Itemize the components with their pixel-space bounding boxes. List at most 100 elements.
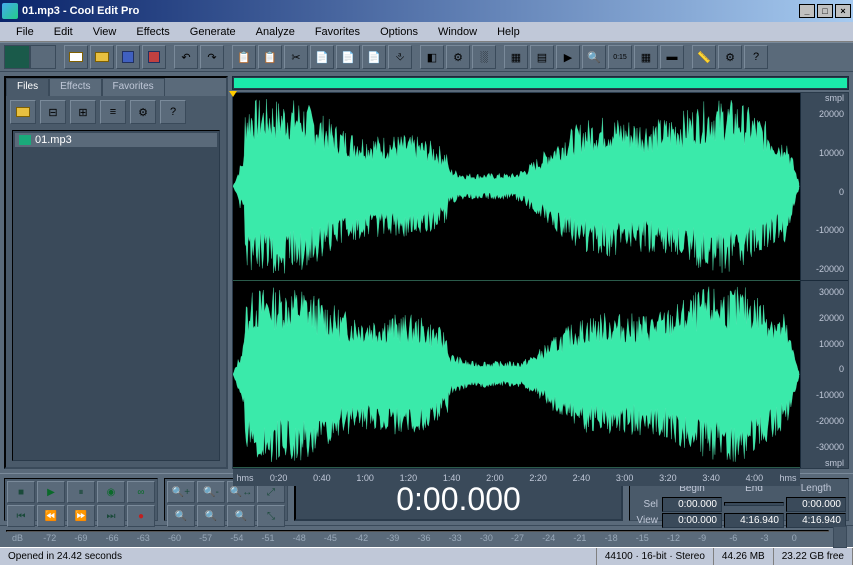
transport-button[interactable]: ▶ — [556, 45, 580, 69]
forward-button[interactable]: ⏩ — [67, 505, 95, 527]
menu-help[interactable]: Help — [487, 24, 530, 40]
file-item[interactable]: 01.mp3 — [15, 133, 217, 147]
zoom-out-button[interactable]: 🔍- — [197, 481, 225, 503]
tab-files[interactable]: Files — [6, 78, 49, 96]
new-file-button[interactable] — [64, 45, 88, 69]
overview-bar[interactable] — [232, 76, 849, 90]
copy-button[interactable]: 📋 — [232, 45, 256, 69]
open-file-button[interactable] — [90, 45, 114, 69]
close-file-icon[interactable]: ⊟ — [40, 100, 66, 124]
undo-button[interactable]: ↶ — [174, 45, 198, 69]
db-tick: dB — [12, 533, 43, 543]
redo-button[interactable]: ↷ — [200, 45, 224, 69]
zoom-vertical-button[interactable]: ⤡ — [257, 505, 285, 527]
cut-button[interactable]: ✂ — [284, 45, 308, 69]
level-meter-row: dB -72 -69 -66 -63 -60 -57 -54 -51 -48 -… — [0, 525, 853, 547]
file-list[interactable]: 01.mp3 — [12, 130, 220, 461]
zoom-in-button[interactable]: 🔍+ — [167, 481, 195, 503]
cue-list-button[interactable]: ▤ — [530, 45, 554, 69]
menu-effects[interactable]: Effects — [126, 24, 179, 40]
view-begin[interactable]: 0:00.000 — [662, 513, 722, 528]
menu-favorites[interactable]: Favorites — [305, 24, 370, 40]
go-start-button[interactable]: ⏮ — [7, 505, 35, 527]
zoom-in-left-button[interactable]: 🔍 — [167, 505, 195, 527]
edit-file-icon[interactable]: ≡ — [100, 100, 126, 124]
toolbar: ↶ ↷ 📋 📋 ✂ 📄 📄 📄 ⎀ ◧ ⚙ ░ ▦ ▤ ▶ 🔍 0:15 ▦ ▬… — [0, 42, 853, 72]
advanced-options-icon[interactable]: ⚙ — [130, 100, 156, 124]
db-tick: 0 — [792, 533, 823, 543]
options-button[interactable]: ⚙ — [718, 45, 742, 69]
db-tick: -72 — [43, 533, 74, 543]
time-unit-left: hms — [233, 473, 257, 483]
zoom-controls-button[interactable]: 🔍 — [582, 45, 606, 69]
zoom-prev-button[interactable]: 🔍 — [227, 505, 255, 527]
amp-tick: -20000 — [801, 416, 848, 426]
organizer-button[interactable]: ▦ — [504, 45, 528, 69]
menu-view[interactable]: View — [83, 24, 127, 40]
db-tick: -21 — [573, 533, 604, 543]
sel-begin[interactable]: 0:00.000 — [662, 497, 722, 512]
waveform-display[interactable]: hms 0:20 0:40 1:00 1:20 1:40 2:00 2:20 2… — [232, 92, 849, 469]
amp-tick: -30000 — [801, 442, 848, 452]
batch-button[interactable] — [142, 45, 166, 69]
close-button[interactable]: × — [835, 4, 851, 18]
db-tick: -30 — [480, 533, 511, 543]
insert-multitrack-icon[interactable]: ⊞ — [70, 100, 96, 124]
sel-view-button[interactable]: ▦ — [634, 45, 658, 69]
help-icon[interactable]: ? — [160, 100, 186, 124]
stop-button[interactable]: ■ — [7, 481, 35, 503]
view-end[interactable]: 4:16.940 — [724, 513, 784, 528]
menu-analyze[interactable]: Analyze — [246, 24, 305, 40]
menu-window[interactable]: Window — [428, 24, 487, 40]
time-unit-right: hms — [776, 473, 800, 483]
copy-new-button[interactable]: 📋 — [258, 45, 282, 69]
time-tick: 2:40 — [560, 473, 603, 483]
settings-button[interactable]: ⚙ — [446, 45, 470, 69]
play-looped-button[interactable]: ◉ — [97, 481, 125, 503]
menu-generate[interactable]: Generate — [180, 24, 246, 40]
level-meters-button[interactable]: ▬ — [660, 45, 684, 69]
help-button[interactable]: ? — [744, 45, 768, 69]
edit-multitrack-toggle[interactable] — [4, 45, 56, 69]
menu-edit[interactable]: Edit — [44, 24, 83, 40]
go-end-button[interactable]: ⏭ — [97, 505, 125, 527]
zoom-in-right-button[interactable]: 🔍 — [197, 505, 225, 527]
meter-scroll-icon[interactable] — [833, 526, 847, 548]
paste-new-button[interactable]: 📄 — [336, 45, 360, 69]
mix-paste-button[interactable]: 📄 — [362, 45, 386, 69]
convert-button[interactable]: ◧ — [420, 45, 444, 69]
time-tick: 2:20 — [517, 473, 560, 483]
amp-tick: 10000 — [801, 148, 848, 158]
time-tick: 1:40 — [430, 473, 473, 483]
paste-button[interactable]: 📄 — [310, 45, 334, 69]
rewind-button[interactable]: ⏪ — [37, 505, 65, 527]
level-meter[interactable] — [6, 530, 829, 532]
menu-options[interactable]: Options — [370, 24, 428, 40]
maximize-button[interactable]: □ — [817, 4, 833, 18]
minimize-button[interactable]: _ — [799, 4, 815, 18]
play-button[interactable]: ▶ — [37, 481, 65, 503]
tab-effects[interactable]: Effects — [49, 78, 101, 96]
pause-button[interactable]: ⏸ — [67, 481, 95, 503]
menu-file[interactable]: File — [6, 24, 44, 40]
time-window-button[interactable]: 0:15 — [608, 45, 632, 69]
play-to-end-button[interactable]: ∞ — [127, 481, 155, 503]
spectral-button[interactable]: ░ — [472, 45, 496, 69]
time-axis[interactable]: hms 0:20 0:40 1:00 1:20 1:40 2:00 2:20 2… — [233, 468, 800, 486]
record-button[interactable]: ● — [127, 505, 155, 527]
db-tick: -24 — [542, 533, 573, 543]
amplitude-ruler[interactable]: smpl 20000 10000 0 -10000 -20000 30000 2… — [800, 93, 848, 468]
ruler-button[interactable]: 📏 — [692, 45, 716, 69]
ruler-unit-bottom: smpl — [801, 458, 848, 468]
db-tick: -33 — [449, 533, 480, 543]
amp-tick: 0 — [801, 187, 848, 197]
waveform-right-channel[interactable] — [233, 281, 800, 469]
open-file-icon[interactable] — [10, 100, 36, 124]
sel-length[interactable]: 0:00.000 — [786, 497, 846, 512]
waveform-left-channel[interactable] — [233, 93, 800, 281]
tab-favorites[interactable]: Favorites — [102, 78, 165, 96]
sel-end[interactable] — [724, 502, 784, 506]
db-tick: -51 — [262, 533, 293, 543]
save-file-button[interactable] — [116, 45, 140, 69]
trim-button[interactable]: ⎀ — [388, 45, 412, 69]
